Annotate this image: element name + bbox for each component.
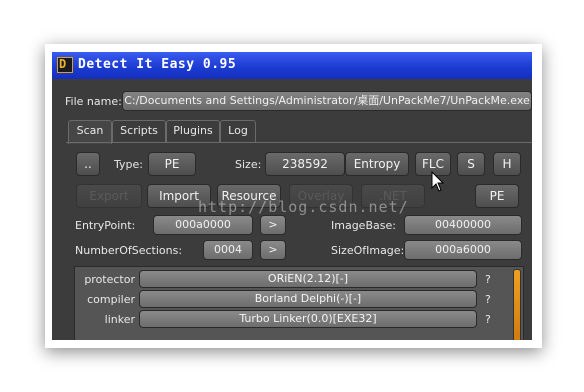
scan-results: protector ORiEN(2.12)[-] ? compiler Borl… [74,266,524,340]
result-type: linker [104,313,135,326]
tab-scan[interactable]: Scan [68,120,112,144]
size-label: Size: [235,158,262,171]
file-path-field[interactable]: C:/Documents and Settings/Administrator/… [122,91,532,111]
die-logo-icon: D [57,57,73,73]
result-type: protector [84,273,135,286]
title-bar[interactable]: D Detect It Easy 0.95 [52,52,532,79]
tab-log[interactable]: Log [220,120,256,142]
result-value[interactable]: Turbo Linker(0.0)[EXE32] [139,310,477,328]
tab-scripts[interactable]: Scripts [112,120,166,142]
result-info-button[interactable]: ? [485,313,491,326]
result-value[interactable]: Borland Delphi(-)[-] [139,290,477,308]
entrypoint-go-button[interactable]: > [260,215,286,235]
export-button[interactable]: Export [76,184,142,208]
imagebase-label: ImageBase: [331,219,396,232]
sections-value[interactable]: 0004 [203,240,253,260]
mouse-cursor-icon [431,171,445,192]
results-scrollbar[interactable] [513,269,521,340]
imagebase-value[interactable]: 00400000 [404,215,522,235]
entrypoint-value[interactable]: 000a0000 [153,215,253,235]
watermark: http://blog.csdn.net/ [198,198,409,216]
entrypoint-label: EntryPoint: [75,219,136,232]
size-value: 238592 [265,152,345,176]
result-info-button[interactable]: ? [485,293,491,306]
window-title: Detect It Easy 0.95 [78,57,237,72]
result-info-button[interactable]: ? [485,273,491,286]
browse-button[interactable]: .. [76,152,100,176]
sizeofimage-label: SizeOfImage: [331,244,405,257]
app-window: D Detect It Easy 0.95 File name: C:/Docu… [52,52,532,340]
sections-label: NumberOfSections: [75,244,183,257]
sizeofimage-value[interactable]: 000a6000 [404,240,522,260]
sections-go-button[interactable]: > [260,240,286,260]
result-value[interactable]: ORiEN(2.12)[-] [139,270,477,288]
entropy-button[interactable]: Entropy [345,152,409,176]
pe-button[interactable]: PE [475,184,519,208]
type-value[interactable]: PE [148,152,196,176]
s-button[interactable]: S [457,152,485,176]
tab-plugins[interactable]: Plugins [166,120,220,142]
h-button[interactable]: H [493,152,521,176]
result-type: compiler [87,293,135,306]
file-name-label: File name: [65,95,122,108]
type-label: Type: [114,158,143,171]
